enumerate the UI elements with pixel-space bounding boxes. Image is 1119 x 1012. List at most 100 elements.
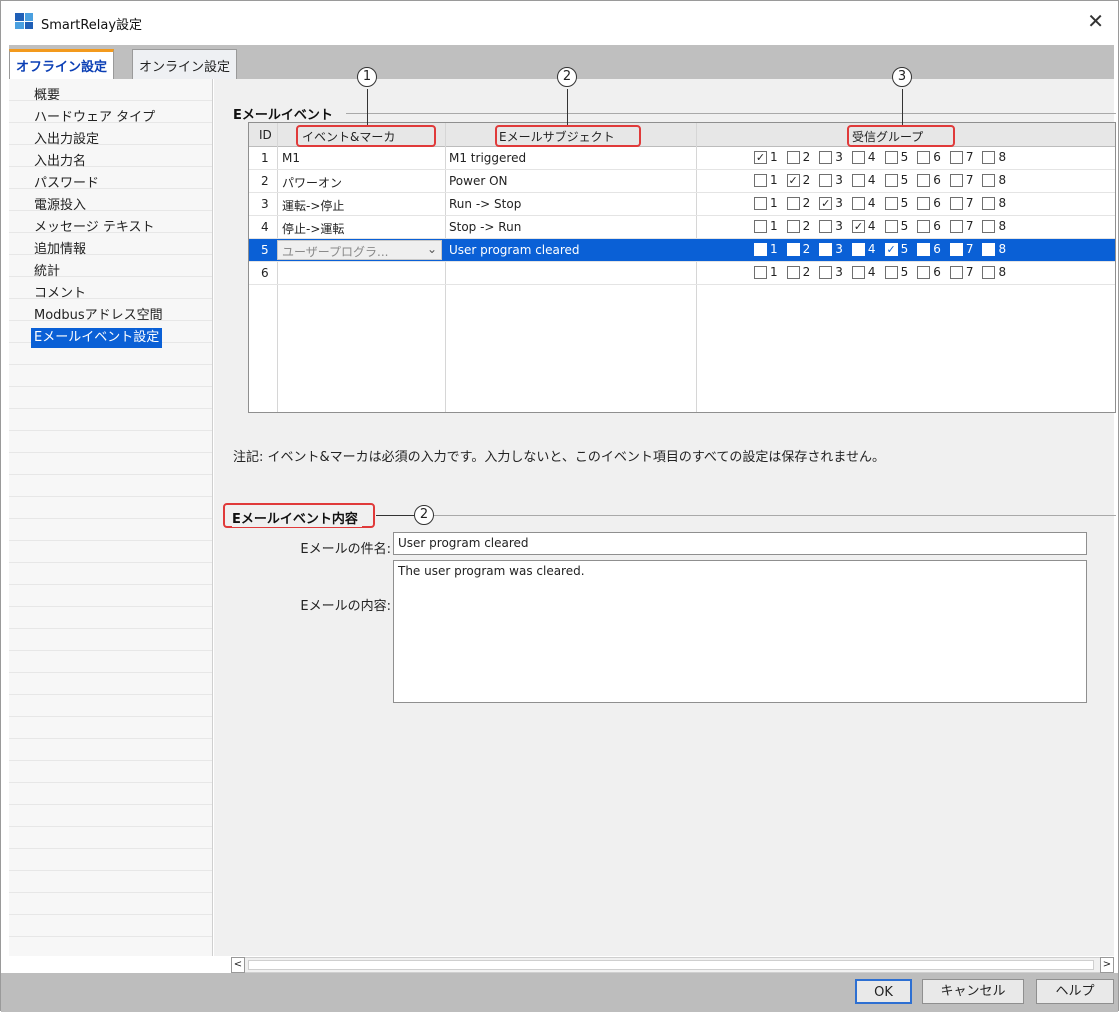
sidebar-item-io-settings[interactable]: 入出力設定 (31, 130, 102, 150)
table-row[interactable]: 1 M1 M1 triggered ✓ 1 2 3 4 5 6 7 8 (249, 147, 1115, 170)
unchecked-checkbox-icon[interactable] (819, 150, 833, 164)
unchecked-checkbox-icon[interactable] (819, 173, 833, 187)
event-cell[interactable]: 運転->停止 (282, 197, 344, 214)
group-checkbox-6[interactable]: 6 (917, 196, 941, 210)
unchecked-checkbox-icon[interactable] (819, 242, 833, 256)
unchecked-checkbox-icon[interactable] (786, 265, 800, 279)
group-checkbox-8[interactable]: 8 (982, 265, 1006, 279)
group-checkbox-3[interactable]: 3 (819, 173, 843, 187)
event-cell[interactable]: パワーオン (282, 174, 342, 191)
sidebar-item-io-names[interactable]: 入出力名 (31, 152, 89, 172)
unchecked-checkbox-icon[interactable] (917, 196, 931, 210)
unchecked-checkbox-icon[interactable] (851, 242, 865, 256)
unchecked-checkbox-icon[interactable] (982, 173, 996, 187)
group-checkbox-1[interactable]: 1 (754, 265, 778, 279)
subject-cell[interactable]: User program cleared (449, 243, 580, 257)
unchecked-checkbox-icon[interactable] (982, 265, 996, 279)
checked-checkbox-icon[interactable]: ✓ (754, 150, 767, 164)
unchecked-checkbox-icon[interactable] (819, 265, 833, 279)
table-row[interactable]: 4 停止->運転 Stop -> Run 1 2 3 ✓ 4 5 6 7 8 (249, 216, 1115, 239)
sidebar-item-statistics[interactable]: 統計 (31, 262, 63, 282)
cancel-button[interactable]: キャンセル (922, 979, 1024, 1004)
group-checkbox-1[interactable]: 1 (754, 173, 778, 187)
table-row[interactable]: 5 ユーザープログラ... ⌄ User program cleared 1 2 3 4 ✓ 5 6… (249, 239, 1115, 262)
group-checkbox-4[interactable]: 4 (851, 150, 876, 164)
email-subject-input[interactable]: User program cleared (393, 532, 1087, 555)
group-checkbox-1[interactable]: ✓ 1 (754, 150, 778, 164)
table-row[interactable]: 3 運転->停止 Run -> Stop 1 2 ✓ 3 4 5 6 7 8 (249, 193, 1115, 216)
group-checkbox-4[interactable]: 4 (851, 265, 876, 279)
group-checkbox-5[interactable]: 5 (884, 219, 908, 233)
event-cell[interactable]: 停止->運転 (282, 220, 344, 237)
subject-cell[interactable]: Stop -> Run (449, 220, 521, 234)
unchecked-checkbox-icon[interactable] (754, 242, 767, 256)
unchecked-checkbox-icon[interactable] (917, 150, 931, 164)
scroll-track[interactable] (248, 960, 1094, 970)
sidebar-item-password[interactable]: パスワード (31, 174, 102, 194)
unchecked-checkbox-icon[interactable] (884, 150, 898, 164)
group-checkbox-7[interactable]: 7 (949, 173, 973, 187)
unchecked-checkbox-icon[interactable] (949, 242, 963, 256)
sidebar-item-message-text[interactable]: メッセージ テキスト (31, 218, 157, 238)
unchecked-checkbox-icon[interactable] (851, 196, 865, 210)
chevron-down-icon[interactable]: ⌄ (427, 242, 437, 256)
event-marker-dropdown[interactable]: ユーザープログラ... ⌄ (277, 240, 442, 260)
unchecked-checkbox-icon[interactable] (786, 196, 800, 210)
unchecked-checkbox-icon[interactable] (917, 173, 931, 187)
unchecked-checkbox-icon[interactable] (949, 219, 963, 233)
group-checkbox-8[interactable]: 8 (982, 196, 1006, 210)
horizontal-scrollbar[interactable]: < > (231, 957, 1114, 973)
group-checkbox-1[interactable]: 1 (754, 219, 778, 233)
group-checkbox-7[interactable]: 7 (949, 219, 973, 233)
unchecked-checkbox-icon[interactable] (884, 173, 898, 187)
checked-checkbox-icon[interactable]: ✓ (819, 196, 833, 210)
unchecked-checkbox-icon[interactable] (982, 150, 996, 164)
group-checkbox-4[interactable]: 4 (851, 173, 876, 187)
table-row[interactable]: 2 パワーオン Power ON 1 ✓ 2 3 4 5 6 7 8 (249, 170, 1115, 193)
unchecked-checkbox-icon[interactable] (949, 196, 963, 210)
group-checkbox-3[interactable]: 3 (819, 265, 843, 279)
group-checkbox-3[interactable]: 3 (819, 219, 843, 233)
group-checkbox-6[interactable]: 6 (917, 150, 941, 164)
subject-cell[interactable]: M1 triggered (449, 151, 526, 165)
sidebar-item-email-events[interactable]: Eメールイベント設定 (31, 328, 163, 348)
sidebar-item-comment[interactable]: コメント (31, 284, 89, 304)
unchecked-checkbox-icon[interactable] (754, 196, 767, 210)
unchecked-checkbox-icon[interactable] (786, 219, 800, 233)
tab-offline-settings[interactable]: オフライン設定 (9, 49, 115, 79)
unchecked-checkbox-icon[interactable] (982, 219, 996, 233)
sidebar-item-modbus-address[interactable]: Modbusアドレス空間 (31, 306, 166, 326)
unchecked-checkbox-icon[interactable] (917, 219, 931, 233)
tab-online-settings[interactable]: オンライン設定 (132, 49, 238, 79)
checked-checkbox-icon[interactable]: ✓ (851, 219, 865, 233)
scroll-right-arrow-icon[interactable]: > (1100, 957, 1114, 973)
group-checkbox-5[interactable]: 5 (884, 265, 908, 279)
group-checkbox-7[interactable]: 7 (949, 196, 973, 210)
unchecked-checkbox-icon[interactable] (917, 242, 931, 256)
group-checkbox-5[interactable]: 5 (884, 196, 908, 210)
close-icon[interactable]: ✕ (1087, 9, 1104, 33)
group-checkbox-4[interactable]: 4 (851, 242, 876, 256)
unchecked-checkbox-icon[interactable] (949, 150, 963, 164)
email-body-textarea[interactable]: The user program was cleared. (393, 560, 1087, 703)
sidebar-item-hardware-type[interactable]: ハードウェア タイプ (31, 108, 158, 128)
ok-button[interactable]: OK (855, 979, 912, 1004)
group-checkbox-1[interactable]: 1 (754, 242, 778, 256)
group-checkbox-5[interactable]: 5 (884, 173, 908, 187)
unchecked-checkbox-icon[interactable] (754, 219, 767, 233)
sidebar-item-power-on[interactable]: 電源投入 (31, 196, 89, 216)
group-checkbox-2[interactable]: 2 (786, 150, 810, 164)
group-checkbox-2[interactable]: 2 (786, 219, 810, 233)
group-checkbox-3[interactable]: 3 (819, 150, 843, 164)
group-checkbox-2[interactable]: 2 (786, 265, 810, 279)
group-checkbox-8[interactable]: 8 (982, 219, 1006, 233)
table-row[interactable]: 6 1 2 3 4 5 6 7 8 (249, 262, 1115, 285)
unchecked-checkbox-icon[interactable] (819, 219, 833, 233)
checked-checkbox-icon[interactable]: ✓ (786, 173, 800, 187)
group-checkbox-8[interactable]: 8 (982, 242, 1006, 256)
sidebar-item-overview[interactable]: 概要 (31, 86, 63, 106)
group-checkbox-6[interactable]: 6 (917, 265, 941, 279)
unchecked-checkbox-icon[interactable] (982, 196, 996, 210)
group-checkbox-2[interactable]: 2 (786, 196, 810, 210)
unchecked-checkbox-icon[interactable] (884, 219, 898, 233)
